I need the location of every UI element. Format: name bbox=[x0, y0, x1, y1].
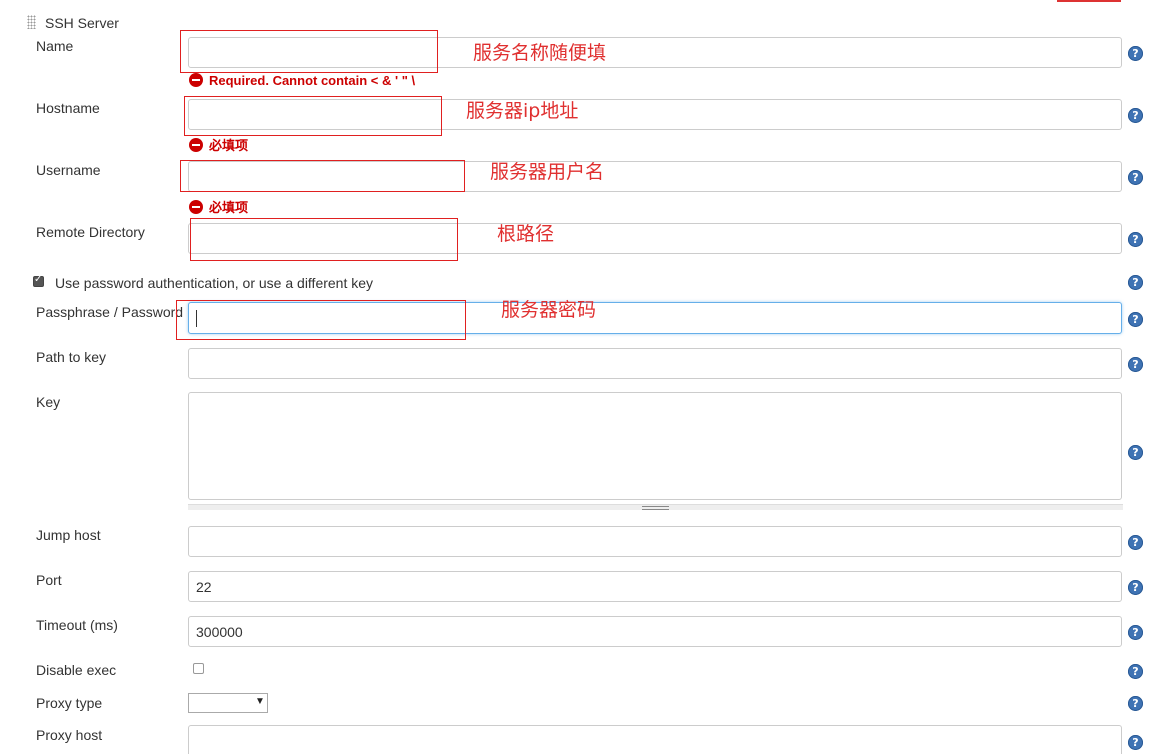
proxy-type-label: Proxy type bbox=[36, 695, 103, 711]
disable-exec-checkbox[interactable] bbox=[193, 663, 204, 674]
username-input[interactable] bbox=[188, 161, 1122, 192]
passphrase-input[interactable] bbox=[188, 302, 1122, 334]
textarea-resize-bar[interactable] bbox=[188, 504, 1123, 510]
section-title: SSH Server bbox=[45, 15, 119, 31]
hostname-input[interactable] bbox=[188, 99, 1122, 130]
help-icon[interactable]: ? bbox=[1128, 312, 1143, 327]
resize-grip-icon[interactable] bbox=[642, 506, 669, 510]
annotation-username: 服务器用户名 bbox=[490, 161, 605, 183]
passphrase-label: Passphrase / Password bbox=[36, 304, 184, 320]
name-error-text: Required. Cannot contain < & ' " \ bbox=[209, 73, 416, 88]
help-icon[interactable]: ? bbox=[1128, 664, 1143, 679]
help-icon[interactable]: ? bbox=[1128, 275, 1143, 290]
username-error-text: 必填项 bbox=[209, 200, 249, 215]
username-label: Username bbox=[36, 162, 101, 178]
hostname-label: Hostname bbox=[36, 100, 100, 116]
annotation-password: 服务器密码 bbox=[501, 299, 597, 321]
help-icon[interactable]: ? bbox=[1128, 696, 1143, 711]
error-icon bbox=[189, 73, 203, 87]
help-icon[interactable]: ? bbox=[1128, 170, 1143, 185]
help-icon[interactable]: ? bbox=[1128, 535, 1143, 550]
error-icon bbox=[189, 138, 203, 152]
username-error: 必填项 bbox=[189, 197, 248, 216]
annotation-remote-directory: 根路径 bbox=[497, 223, 555, 245]
remote-directory-input[interactable] bbox=[188, 223, 1122, 254]
name-error: Required. Cannot contain < & ' " \ bbox=[189, 73, 415, 88]
text-cursor bbox=[196, 310, 197, 327]
error-icon bbox=[189, 200, 203, 214]
key-label: Key bbox=[36, 394, 61, 410]
drag-handle-icon[interactable] bbox=[27, 15, 36, 29]
help-icon[interactable]: ? bbox=[1128, 625, 1143, 640]
help-icon[interactable]: ? bbox=[1128, 232, 1143, 247]
timeout-label: Timeout (ms) bbox=[36, 617, 118, 633]
annotation-name: 服务名称随便填 bbox=[473, 42, 607, 64]
help-icon[interactable]: ? bbox=[1128, 445, 1143, 460]
use-password-label: Use password authentication, or use a di… bbox=[55, 275, 374, 291]
path-to-key-label: Path to key bbox=[36, 349, 107, 365]
port-label: Port bbox=[36, 572, 62, 588]
key-textarea[interactable] bbox=[188, 392, 1122, 500]
use-password-checkbox[interactable] bbox=[33, 274, 44, 287]
name-input[interactable] bbox=[188, 37, 1122, 68]
hostname-error: 必填项 bbox=[189, 135, 248, 154]
name-label: Name bbox=[36, 38, 74, 54]
timeout-input[interactable] bbox=[188, 616, 1122, 647]
jump-host-input[interactable] bbox=[188, 526, 1122, 557]
hostname-error-text: 必填项 bbox=[209, 138, 249, 153]
help-icon[interactable]: ? bbox=[1128, 108, 1143, 123]
help-icon[interactable]: ? bbox=[1128, 580, 1143, 595]
path-to-key-input[interactable] bbox=[188, 348, 1122, 379]
help-icon[interactable]: ? bbox=[1128, 357, 1143, 372]
disable-exec-label: Disable exec bbox=[36, 662, 117, 678]
help-icon[interactable]: ? bbox=[1128, 46, 1143, 61]
annotation-hostname: 服务器ip地址 bbox=[466, 100, 579, 122]
remote-directory-label: Remote Directory bbox=[36, 224, 145, 240]
chevron-down-icon: ▼ bbox=[255, 696, 265, 707]
proxy-host-label: Proxy host bbox=[36, 727, 103, 743]
jump-host-label: Jump host bbox=[36, 527, 101, 543]
top-accent-line bbox=[1057, 0, 1121, 2]
help-icon[interactable]: ? bbox=[1128, 735, 1143, 750]
port-input[interactable] bbox=[188, 571, 1122, 602]
proxy-type-select[interactable]: ▼ bbox=[188, 693, 268, 713]
proxy-host-input[interactable] bbox=[188, 725, 1122, 754]
